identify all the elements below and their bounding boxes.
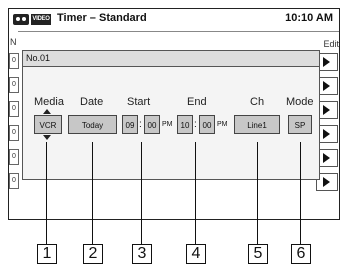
triangle-right-icon [323,81,330,91]
callout-number-5: 5 [248,244,268,264]
end-label: End [187,96,207,108]
mode-field[interactable]: SP [288,115,312,134]
edit-column-header: Edit [323,39,339,49]
channel-field[interactable]: Line1 [234,115,280,134]
triangle-down-icon [43,135,51,140]
start-label: Start [127,96,151,108]
list-row-number[interactable]: 0 [9,101,19,117]
program-list-left-column: N 0 0 0 0 0 0 [9,31,19,219]
triangle-right-icon [323,129,330,139]
callout-leader-line [141,142,142,244]
list-row-number[interactable]: 0 [9,77,19,93]
media-label: Media [34,96,64,108]
end-colon: : [194,119,197,130]
triangle-right-icon [323,57,330,67]
start-hour-field[interactable]: 09 [122,115,138,134]
callout-leader-line [195,142,196,244]
list-column-header: N [10,37,17,47]
callout-leader-line [46,142,47,244]
vcr-tape-icon [13,14,29,25]
callout-number-3: 3 [132,244,152,264]
triangle-right-icon [323,177,330,187]
list-row-number[interactable]: 0 [9,173,19,189]
callout-leader-line [257,142,258,244]
triangle-up-icon [43,109,51,114]
list-row-number[interactable]: 0 [9,149,19,165]
callout-leader-line [300,142,301,244]
date-label: Date [80,96,104,108]
title-bar: VIDEO Timer – Standard 10:10 AM [9,9,339,32]
media-field[interactable]: VCR [34,115,62,134]
start-ampm: PM [162,121,173,128]
callout-number-6: 6 [291,244,311,264]
callout-number-4: 4 [186,244,206,264]
channel-label: Ch [250,96,265,108]
start-minute-field[interactable]: 00 [144,115,160,134]
screen-title: Timer – Standard [57,12,147,24]
video-icon: VIDEO [31,14,51,25]
mode-label: Mode [286,96,314,108]
dialog-title: No.01 [23,51,319,67]
end-hour-field[interactable]: 10 [177,115,193,134]
callout-number-1: 1 [37,244,57,264]
list-row-number[interactable]: 0 [9,125,19,141]
date-field[interactable]: Today [68,115,117,134]
end-ampm: PM [217,121,228,128]
end-minute-field[interactable]: 00 [199,115,215,134]
triangle-right-icon [323,105,330,115]
triangle-right-icon [323,153,330,163]
callout-number-2: 2 [83,244,103,264]
start-colon: : [139,119,142,130]
list-row-number[interactable]: 0 [9,53,19,69]
callout-leader-line [92,142,93,244]
clock: 10:10 AM [285,12,333,24]
